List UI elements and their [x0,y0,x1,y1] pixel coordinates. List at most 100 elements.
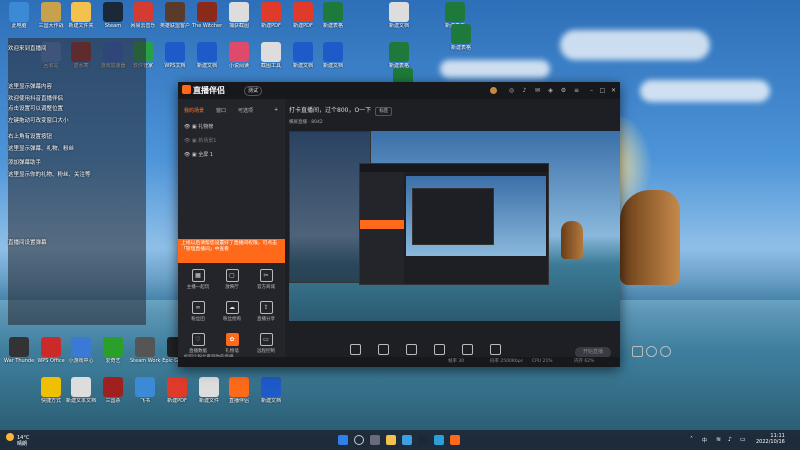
tool-label: 放映厅 [225,285,239,290]
menu-icon[interactable]: ≡ [573,87,580,94]
orientation-label[interactable]: 横屏直播 [289,120,307,125]
desktop-icon[interactable]: 快捷方式 [36,377,66,404]
tool-button[interactable]: ▢ 放映厅 [217,269,247,290]
weather-widget[interactable]: 14°C 晴朗 [6,433,29,447]
gear-icon[interactable] [653,346,677,357]
desktop-icon[interactable]: 截图工具 [256,42,286,69]
desktop-icon[interactable]: 新建PDF [288,2,318,29]
message-icon[interactable]: ✉ [534,87,541,94]
headset-icon[interactable]: ◎ [508,87,515,94]
desktop-icon[interactable]: 英雄联盟客户端 [160,2,190,29]
tool-button[interactable]: ∞ 粉丝团 [183,301,213,322]
tab-options[interactable]: 可选项 [238,107,253,114]
steam-taskbar-icon[interactable] [418,435,428,445]
stream-preview[interactable] [289,131,620,321]
left-panel: 我的场景 窗口 可选项 + 👁 ▣ 礼物榜 👁 ▣ 新场景1 👁 ▣ 全屏 1 … [178,99,285,367]
tool-button[interactable]: ✂ 官方商城 [251,269,281,290]
store-icon[interactable] [402,435,412,445]
desktop-icon[interactable]: 三国杀 [98,377,128,404]
close-icon[interactable]: ✕ [610,87,617,94]
desktop-icon[interactable]: 网易云音乐 [128,2,158,29]
desktop-icon-label: WPS文档 [164,63,186,69]
tool-button[interactable]: ♡ 直播数据 [183,333,213,354]
desktop-icon[interactable]: War Thunder [4,337,34,364]
room-info[interactable]: 打卡直播间，过个800，O一下 标签 [289,105,393,116]
chat-message: 右上角有设置按钮 [8,134,53,140]
desktop-icon[interactable]: 新建表格 [446,24,476,51]
start-icon[interactable] [338,435,348,445]
avatar[interactable] [490,87,497,94]
input-language[interactable]: 中 [702,437,707,444]
tab-my-scenes[interactable]: 我的场景 [184,107,204,114]
tool-button[interactable]: ▦ 主播一起玩 [183,269,213,290]
scene-item[interactable]: 👁 ▣ 礼物榜 [184,123,213,130]
live-companion-window[interactable]: 直播伴侣 测试 ◎ ♪ ✉ ◈ ⚙ ≡ – □ ✕ 我的场景 窗口 可选项 + … [178,82,671,367]
notice-banner[interactable]: 上线以后请帮您设置好了直播间权限，可点击「管理直播间」中查看 [178,239,285,263]
desktop-icon-label: Steam Works [130,358,160,364]
maximize-icon[interactable]: □ [599,87,606,94]
clock[interactable]: 11:11 2022/10/16 [756,433,785,445]
browser-icon[interactable] [434,435,444,445]
desktop-icon[interactable]: The Witcher 3 [192,2,222,29]
desktop-icon[interactable]: 新建文档 [384,2,414,29]
bell-icon[interactable]: ♪ [521,87,528,94]
desktop-icon[interactable]: 新建表格 [318,2,348,29]
chevron-up-icon[interactable]: ˄ [690,436,693,443]
preview-rock [561,221,583,259]
tool-button[interactable]: ⇪ 直播分享 [251,301,281,322]
tool-button[interactable]: ✿ 礼物墙 [217,333,247,354]
task-view-icon[interactable] [370,435,380,445]
desktop-icon[interactable]: 新建PDF [256,2,286,29]
app-icon [229,377,249,397]
desktop-icon[interactable]: 爱奇艺 [98,337,128,364]
room-badge[interactable]: 标签 [375,107,393,116]
scene-item[interactable]: 👁 ▣ 新场景1 [184,137,216,144]
desktop-icon-label: 三国杀 [105,398,121,404]
desktop-icon[interactable]: 新建文档 [256,377,286,404]
file-explorer-icon[interactable] [386,435,396,445]
desktop-icon[interactable]: 直播伴侣 [224,377,254,404]
add-scene-icon[interactable]: + [274,107,278,113]
app-icon [229,42,249,62]
desktop-icon[interactable]: 小说阅读 [224,42,254,69]
scene-item[interactable]: 👁 ▣ 全屏 1 [184,151,213,158]
title-bar[interactable]: 直播伴侣 测试 ◎ ♪ ✉ ◈ ⚙ ≡ – □ ✕ [178,82,620,99]
desktop-icon[interactable]: 飞书 [130,377,160,404]
status-footer: 帧率 30 码率 2500Kbps CPU 21% 内存 62% [178,357,620,367]
microphone-icon [461,344,473,355]
desktop-icon[interactable]: 新建文档 [318,42,348,69]
app-icon [135,377,155,397]
desktop-icon[interactable]: WPS Office [36,337,66,364]
desktop-icon[interactable]: 小游戏中心 [66,337,96,364]
desktop-icon[interactable]: WPS文档 [160,42,190,69]
search-icon[interactable] [354,435,364,445]
desktop-icon[interactable]: 新建PDF [162,377,192,404]
desktop-icon[interactable]: 此电脑 [4,2,34,29]
live-companion-taskbar-icon[interactable] [450,435,460,445]
desktop-icon[interactable]: 新建文本文档 [66,377,96,404]
desktop-icon[interactable]: 三国大作战 [36,2,66,29]
desktop-icon[interactable]: 新建文档 [192,42,222,69]
heart-icon: ♡ [191,333,205,346]
tool-label: 官方商城 [257,285,275,290]
version-pill[interactable]: 测试 [244,86,263,96]
tab-window[interactable]: 窗口 [216,107,226,114]
desktop-icon[interactable]: 新建文档 [288,42,318,69]
chat-message: 欢迎使用抖音直播伴侣 [8,96,64,102]
battery-icon[interactable]: ▭ [740,436,746,443]
desktop-icon[interactable]: Steam [98,2,128,29]
tool-button[interactable]: ▭ 远程控制 [251,333,281,354]
tool-button[interactable]: ☁ 粉丝抢购 [217,301,247,322]
desktop-icon[interactable]: 新建文件夹 [66,2,96,29]
desktop-icon[interactable]: Steam Works [130,337,160,364]
desktop-icon[interactable]: 新建表格 [384,42,414,69]
minimize-icon[interactable]: – [588,87,595,94]
wifi-icon[interactable]: ≋ [716,436,721,443]
volume-icon[interactable]: ♪ [728,436,732,443]
nested-titlebar [360,164,548,172]
desktop-icon[interactable]: 新建文件 [194,377,224,404]
settings-icon[interactable]: ⚙ [560,87,567,94]
desktop-icon[interactable]: 捕获截图 [224,2,254,29]
app-icon [9,337,29,357]
shirt-icon[interactable]: ◈ [547,87,554,94]
